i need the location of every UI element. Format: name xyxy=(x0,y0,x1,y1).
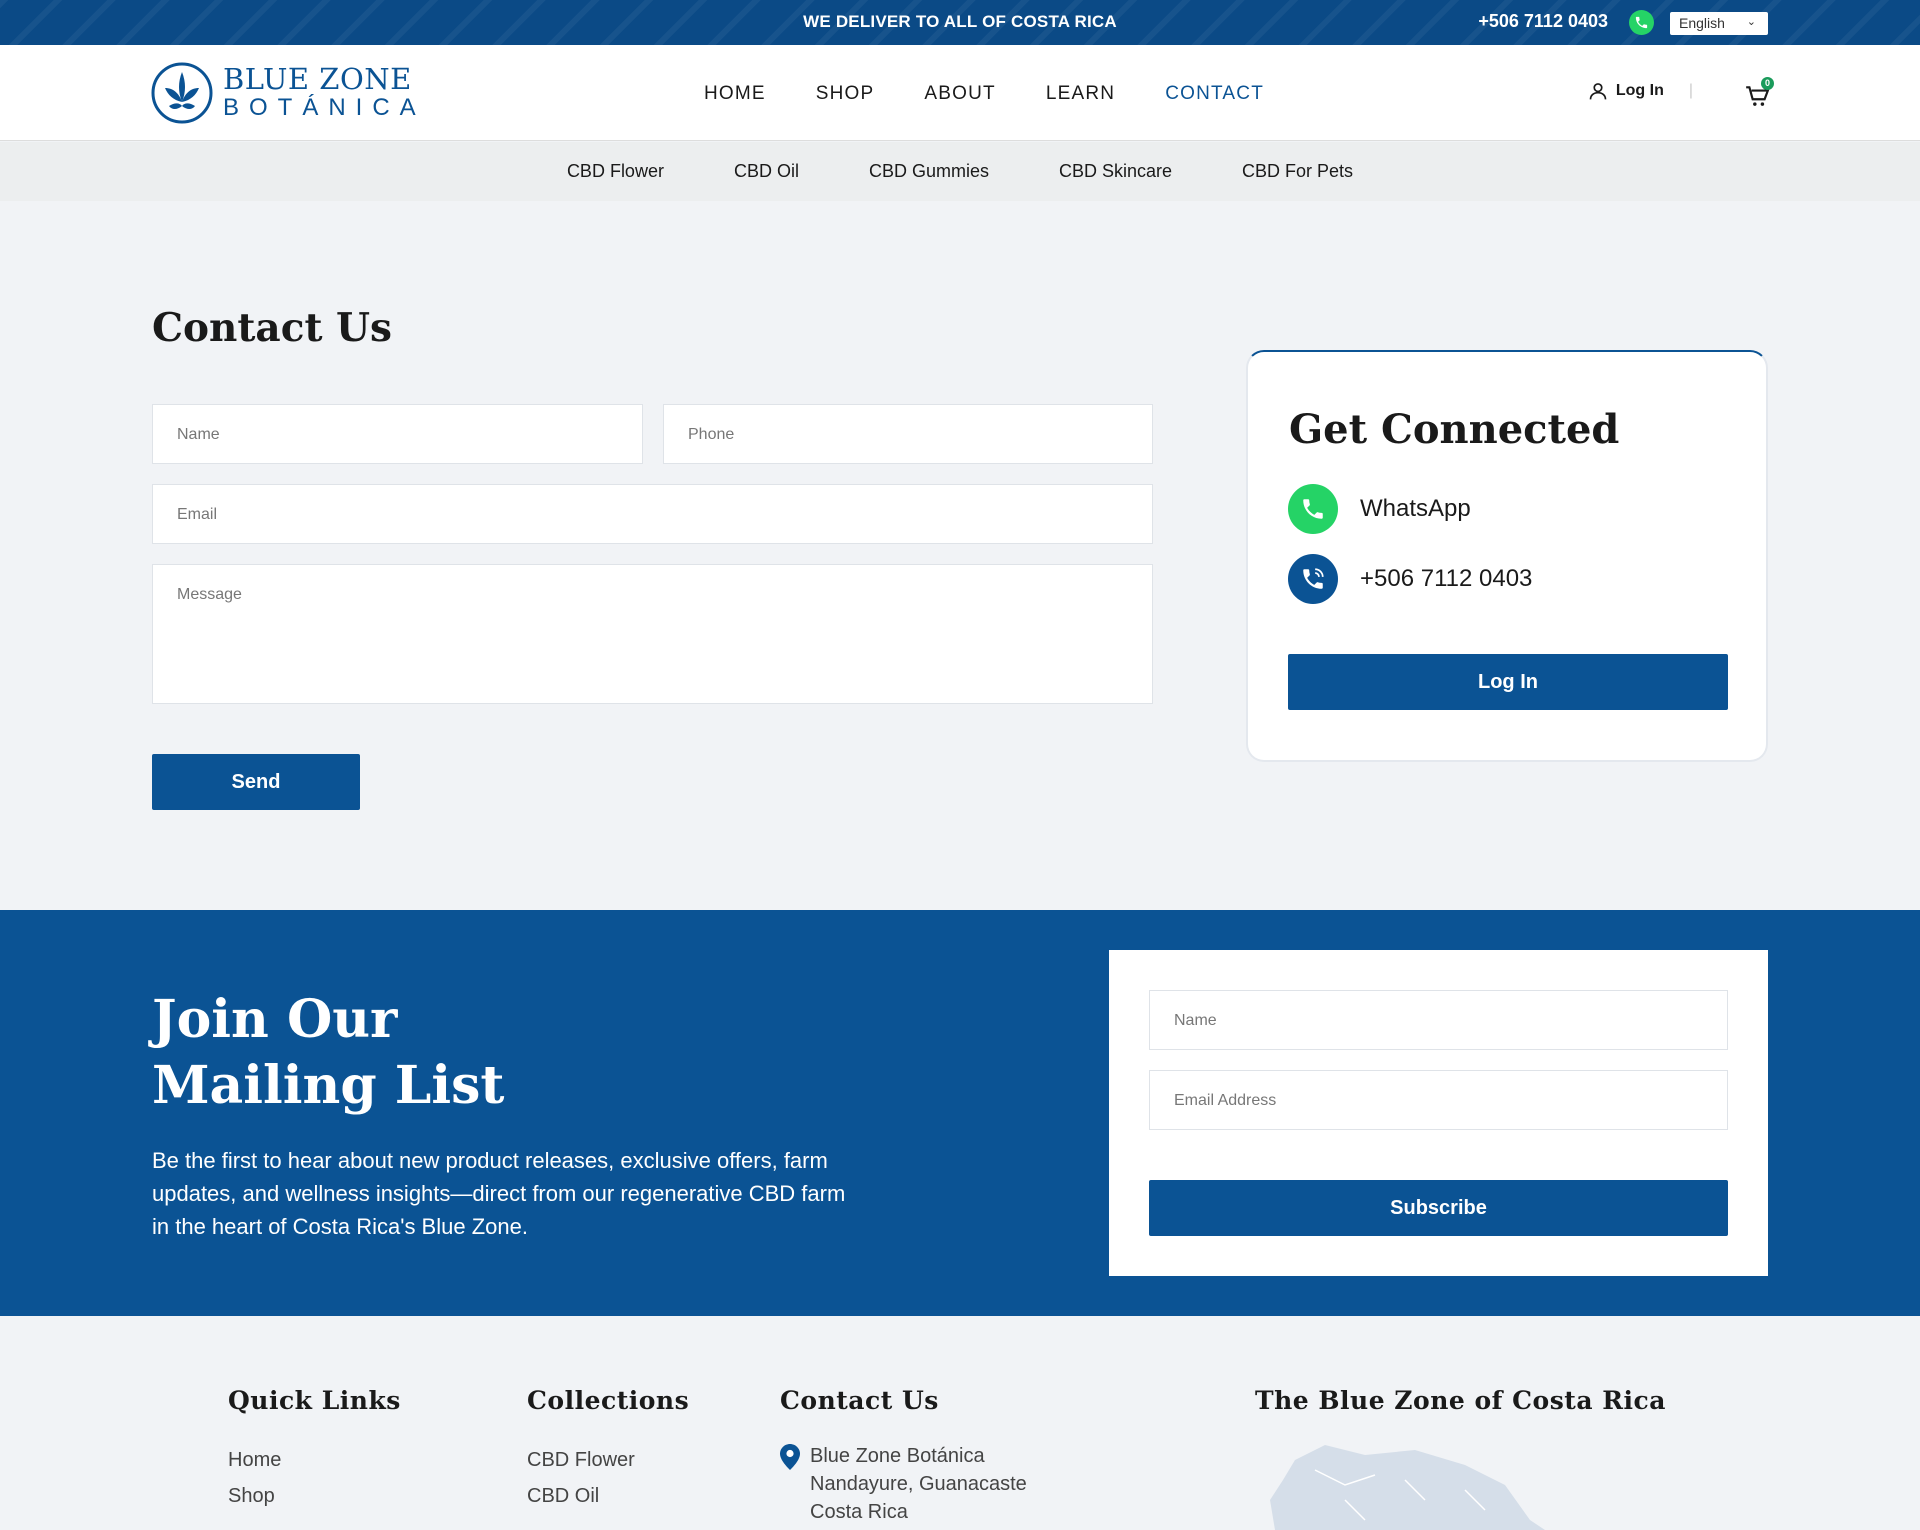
email-field-placeholder: Email xyxy=(177,506,218,523)
nav-contact[interactable]: CONTACT xyxy=(1165,83,1264,105)
message-field[interactable]: Message xyxy=(152,564,1153,704)
footer-quick-links-title: Quick Links xyxy=(228,1386,401,1415)
whatsapp-contact-row[interactable]: WhatsApp xyxy=(1288,484,1471,534)
subnav-cbd-for-pets[interactable]: CBD For Pets xyxy=(1242,161,1353,182)
subnav-cbd-gummies[interactable]: CBD Gummies xyxy=(869,161,989,182)
phone-field[interactable]: Phone xyxy=(663,404,1153,464)
subnav-cbd-flower[interactable]: CBD Flower xyxy=(567,161,664,182)
mailing-title: Join Our Mailing List xyxy=(152,987,504,1119)
location-pin-icon xyxy=(780,1444,800,1470)
phone-contact-row[interactable]: +506 7112 0403 xyxy=(1288,554,1532,604)
mailing-title-line2: Mailing List xyxy=(152,1055,505,1116)
user-icon[interactable] xyxy=(1588,81,1608,101)
mailing-name-field[interactable]: Name xyxy=(1149,990,1728,1050)
cart-count-badge: 0 xyxy=(1761,77,1774,90)
footer-link-cbd-flower[interactable]: CBD Flower xyxy=(527,1449,635,1472)
footer-map-title: The Blue Zone of Costa Rica xyxy=(1255,1386,1666,1415)
phone-field-placeholder: Phone xyxy=(688,426,735,443)
mailing-email-field[interactable]: Email Address xyxy=(1149,1070,1728,1130)
get-connected-card: Get Connected WhatsApp +506 7112 0403 Lo… xyxy=(1246,350,1768,762)
topbar-phone[interactable]: +506 7112 0403 xyxy=(1478,11,1608,32)
message-field-placeholder: Message xyxy=(177,586,242,603)
name-field[interactable]: Name xyxy=(152,404,643,464)
footer-address-line3: Costa Rica xyxy=(810,1501,908,1523)
subnav-cbd-oil[interactable]: CBD Oil xyxy=(734,161,799,182)
mailing-list-section: Join Our Mailing List Be the first to he… xyxy=(0,910,1920,1316)
get-connected-title: Get Connected xyxy=(1289,406,1620,453)
nav-shop[interactable]: SHOP xyxy=(816,83,875,105)
nav-home[interactable]: HOME xyxy=(704,83,766,105)
name-field-placeholder: Name xyxy=(177,426,220,443)
whatsapp-icon xyxy=(1288,484,1338,534)
chevron-down-icon: ⌄ xyxy=(1746,16,1756,28)
footer-address-line1: Blue Zone Botánica xyxy=(810,1445,985,1467)
header-separator: | xyxy=(1688,82,1693,99)
mailing-title-line1: Join Our xyxy=(152,989,398,1050)
send-button[interactable]: Send xyxy=(152,754,360,810)
email-field[interactable]: Email xyxy=(152,484,1153,544)
mailing-email-placeholder: Email Address xyxy=(1174,1092,1277,1109)
whatsapp-label: WhatsApp xyxy=(1360,495,1471,522)
phone-label: +506 7112 0403 xyxy=(1360,565,1533,592)
top-announcement-bar: WE DELIVER TO ALL OF COSTA RICA +506 711… xyxy=(0,0,1920,45)
footer-link-home[interactable]: Home xyxy=(228,1449,281,1472)
cart-icon[interactable]: 0 xyxy=(1744,77,1774,109)
category-navigation: CBD Flower CBD Oil CBD Gummies CBD Skinc… xyxy=(0,142,1920,201)
mailing-form-card: Name Email Address Subscribe xyxy=(1109,950,1768,1276)
costa-rica-map xyxy=(1270,1445,1545,1530)
contact-page-title: Contact Us xyxy=(152,305,392,351)
header-login-link[interactable]: Log In xyxy=(1616,82,1664,100)
mailing-name-placeholder: Name xyxy=(1174,1012,1217,1029)
site-header: BLUE ZONE BOTÁNICA HOME SHOP ABOUT LEARN… xyxy=(0,45,1920,141)
account-area: Log In | xyxy=(1588,81,1693,101)
footer-address-line2: Nandayure, Guanacaste xyxy=(810,1473,1027,1495)
language-value: English xyxy=(1679,15,1725,31)
footer-contact-title: Contact Us xyxy=(780,1386,939,1415)
language-select[interactable]: English ⌄ xyxy=(1670,12,1768,35)
subscribe-button[interactable]: Subscribe xyxy=(1149,1180,1728,1236)
mailing-description: Be the first to hear about new product r… xyxy=(152,1148,846,1239)
subnav-cbd-skincare[interactable]: CBD Skincare xyxy=(1059,161,1172,182)
footer-collections-title: Collections xyxy=(527,1386,690,1415)
footer-link-shop[interactable]: Shop xyxy=(228,1485,275,1508)
whatsapp-icon[interactable] xyxy=(1629,10,1654,35)
nav-learn[interactable]: LEARN xyxy=(1046,83,1115,105)
card-login-button[interactable]: Log In xyxy=(1288,654,1728,710)
footer-link-cbd-oil[interactable]: CBD Oil xyxy=(527,1485,599,1508)
nav-about[interactable]: ABOUT xyxy=(924,83,995,105)
phone-call-icon xyxy=(1288,554,1338,604)
